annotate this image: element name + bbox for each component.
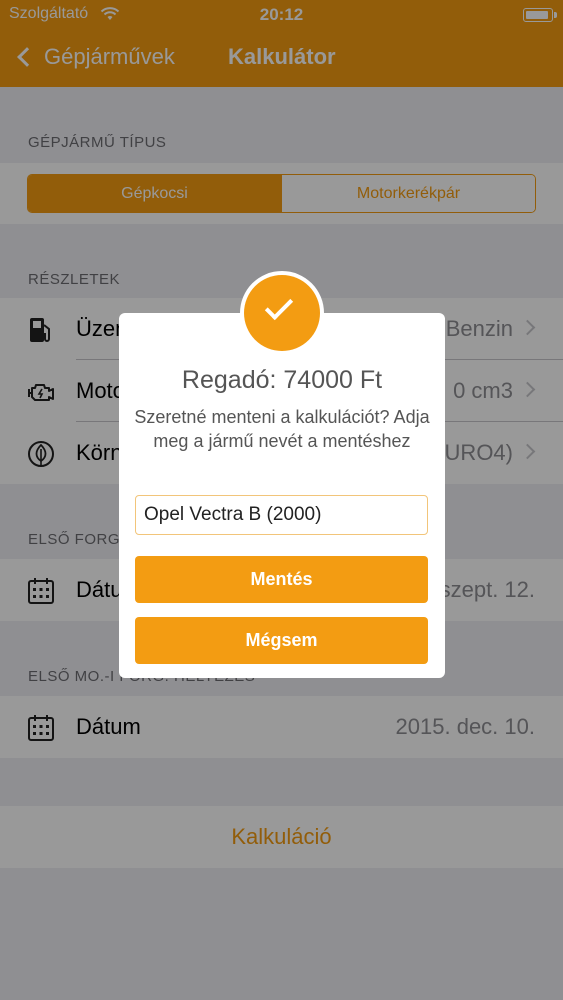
save-dialog: Regadó: 74000 Ft Szeretné menteni a kalk… (119, 313, 445, 678)
success-badge (240, 271, 324, 355)
dialog-title: Regadó: 74000 Ft (181, 366, 383, 394)
vehicle-name-input[interactable] (135, 495, 428, 535)
dialog-message: Szeretné menteni a kalkulációt? Adja meg… (134, 407, 430, 451)
save-button[interactable]: Mentés (135, 556, 428, 603)
checkmark-icon (264, 291, 294, 321)
cancel-button[interactable]: Mégsem (135, 617, 428, 664)
